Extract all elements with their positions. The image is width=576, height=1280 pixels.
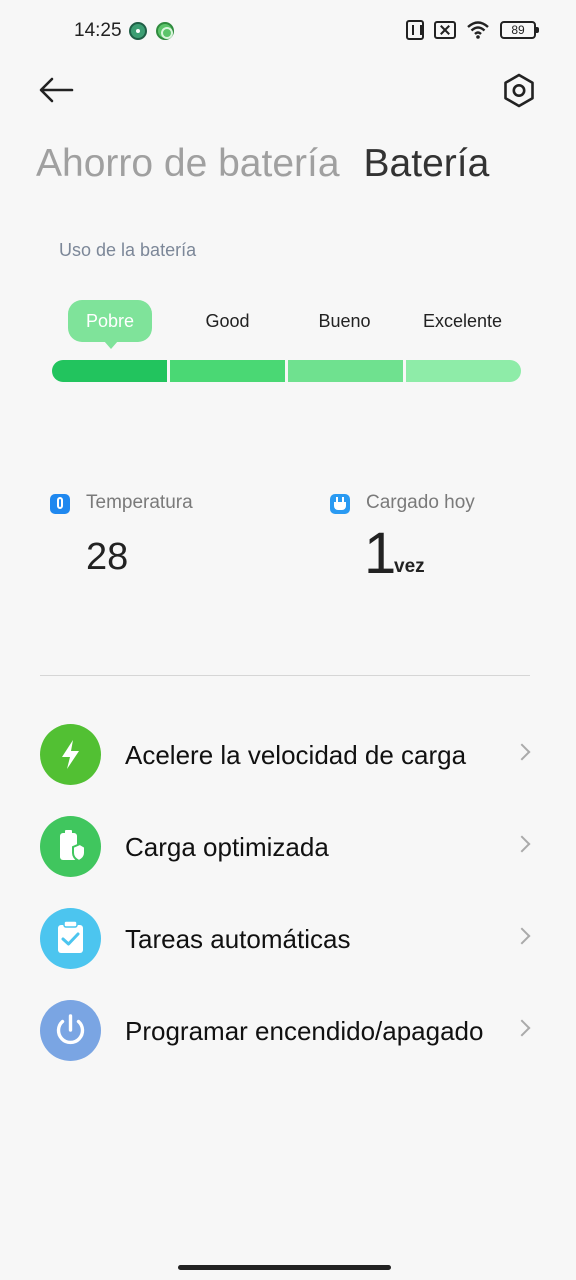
notification-app-icon-2 bbox=[156, 22, 174, 40]
chevron-right-icon bbox=[513, 1019, 531, 1037]
status-icons: 89 bbox=[406, 20, 539, 40]
status-time: 14:25 bbox=[74, 20, 122, 41]
menu-item-optimized-charging[interactable]: Carga optimizada bbox=[40, 816, 536, 878]
usage-bar-segment-3 bbox=[288, 360, 403, 382]
status-bar: 14:25 89 bbox=[0, 0, 576, 64]
temperature-value: 28 bbox=[86, 536, 129, 578]
battery-usage-label: Uso de la batería bbox=[59, 240, 197, 260]
usage-bar-segment-1 bbox=[52, 360, 167, 382]
menu-item-label: Carga optimizada bbox=[125, 832, 329, 862]
level-poor[interactable]: Pobre bbox=[68, 300, 152, 349]
title-tabs: Ahorro de batería Batería bbox=[36, 142, 489, 186]
no-sim-icon bbox=[434, 21, 456, 39]
power-icon bbox=[40, 1000, 101, 1061]
battery-usage-bar bbox=[52, 360, 521, 382]
notification-app-icon bbox=[129, 22, 147, 40]
chevron-right-icon bbox=[513, 743, 531, 761]
home-indicator[interactable] bbox=[178, 1265, 391, 1270]
bolt-icon bbox=[40, 724, 101, 785]
menu-item-label: Programar encendido/apagado bbox=[125, 1016, 484, 1046]
plug-icon bbox=[330, 494, 350, 514]
charged-today-value: 1 bbox=[364, 521, 397, 586]
menu-item-label: Tareas automáticas bbox=[125, 924, 351, 954]
usage-bar-segment-4 bbox=[406, 360, 521, 382]
arrow-left-icon bbox=[39, 77, 74, 103]
level-excellent[interactable]: Excelente bbox=[404, 300, 521, 342]
chevron-right-icon bbox=[513, 835, 531, 853]
charged-today-label: Cargado hoy bbox=[366, 492, 475, 513]
battery-icon: 89 bbox=[500, 21, 539, 39]
charged-today-unit: vez bbox=[394, 556, 425, 577]
nfc-icon bbox=[406, 20, 424, 40]
usage-bar-segment-2 bbox=[170, 360, 285, 382]
temperature-label: Temperatura bbox=[86, 492, 193, 513]
battery-level-selector: Pobre Good Bueno Excelente bbox=[52, 300, 521, 349]
settings-hex-icon bbox=[504, 73, 534, 108]
menu-item-fast-charge[interactable]: Acelere la velocidad de carga bbox=[40, 724, 536, 786]
thermometer-icon bbox=[50, 494, 70, 514]
clipboard-check-icon bbox=[40, 908, 101, 969]
chevron-right-icon bbox=[513, 927, 531, 945]
divider bbox=[40, 675, 530, 676]
back-button[interactable] bbox=[36, 72, 76, 108]
tab-battery-saver[interactable]: Ahorro de batería bbox=[36, 142, 340, 186]
wifi-icon bbox=[466, 20, 490, 40]
menu-item-schedule-power[interactable]: Programar encendido/apagado bbox=[40, 1000, 536, 1062]
battery-shield-icon bbox=[40, 816, 101, 877]
settings-button[interactable] bbox=[498, 70, 540, 112]
menu-item-automatic-tasks[interactable]: Tareas automáticas bbox=[40, 908, 536, 970]
level-good[interactable]: Good bbox=[169, 300, 286, 342]
menu-item-label: Acelere la velocidad de carga bbox=[125, 740, 467, 770]
level-bueno[interactable]: Bueno bbox=[286, 300, 403, 342]
tab-battery[interactable]: Batería bbox=[364, 142, 490, 186]
